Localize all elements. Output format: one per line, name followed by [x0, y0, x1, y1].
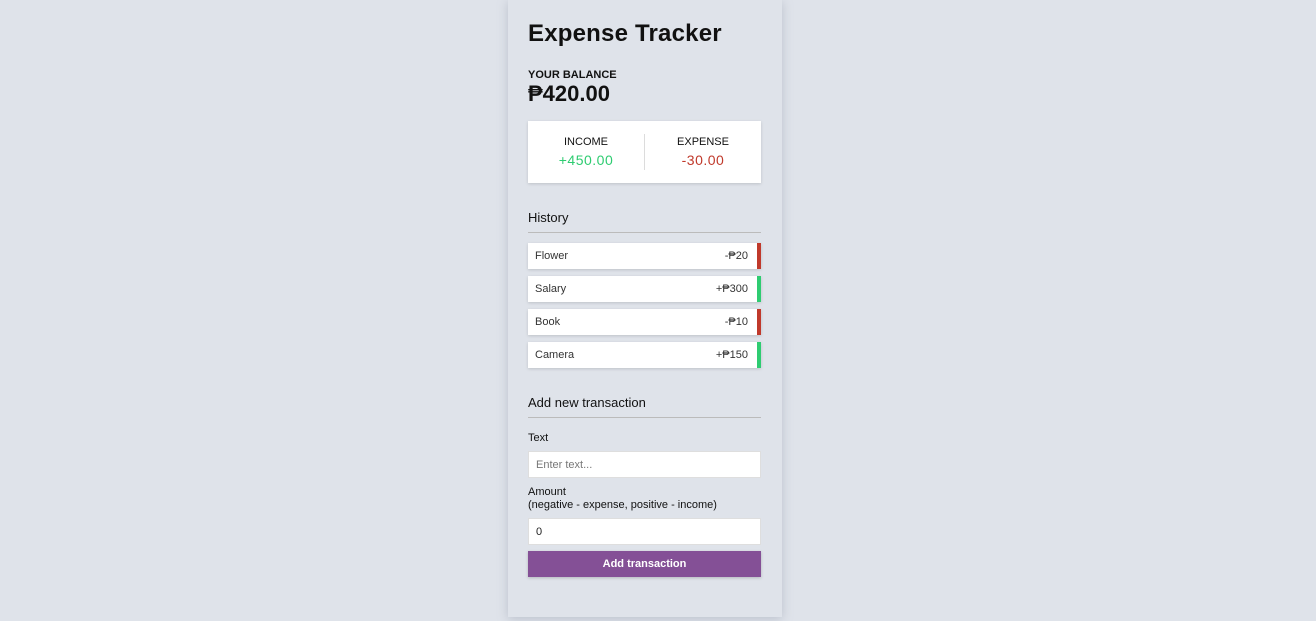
- add-transaction-button[interactable]: Add transaction: [528, 551, 761, 577]
- text-input[interactable]: [528, 451, 761, 478]
- transaction-item[interactable]: Flower -₱20: [528, 243, 761, 269]
- transaction-item[interactable]: Salary +₱300: [528, 276, 761, 302]
- transaction-text: Flower: [535, 250, 569, 262]
- income-label: Income: [564, 136, 608, 148]
- expense-label: Expense: [677, 136, 729, 148]
- amount-input[interactable]: [528, 518, 761, 545]
- transaction-list: Flower -₱20 Salary +₱300 Book -₱10 Camer…: [528, 243, 761, 375]
- transaction-text: Book: [535, 316, 561, 328]
- text-field-label: Text: [528, 432, 549, 444]
- transaction-amount: +₱300: [715, 283, 748, 295]
- amount-field-label: Amount (negative - expense, positive - i…: [528, 486, 717, 512]
- page-title: Expense Tracker: [528, 20, 722, 47]
- income-column: Income +450.00: [528, 136, 644, 168]
- amount-hint-text: (negative - expense, positive - income): [528, 499, 717, 511]
- transaction-item[interactable]: Book -₱10: [528, 309, 761, 335]
- transaction-amount: +₱150: [715, 349, 748, 361]
- amount-label-text: Amount: [528, 486, 566, 498]
- add-transaction-heading: Add new transaction: [528, 395, 761, 418]
- expense-column: Expense -30.00: [645, 136, 761, 168]
- expense-tracker-container: Expense Tracker Your Balance ₱420.00 Inc…: [508, 0, 782, 617]
- expense-value: -30.00: [681, 152, 725, 168]
- transaction-item[interactable]: Camera +₱150: [528, 342, 761, 368]
- transaction-amount: -₱10: [724, 316, 748, 328]
- transaction-text: Camera: [535, 349, 575, 361]
- history-heading: History: [528, 210, 761, 233]
- transaction-text: Salary: [535, 283, 567, 295]
- balance-value: ₱420.00: [528, 81, 610, 106]
- balance-label: Your Balance: [528, 69, 617, 81]
- income-value: +450.00: [558, 152, 614, 168]
- transaction-amount: -₱20: [724, 250, 748, 262]
- income-expense-summary: Income +450.00 Expense -30.00: [528, 121, 761, 183]
